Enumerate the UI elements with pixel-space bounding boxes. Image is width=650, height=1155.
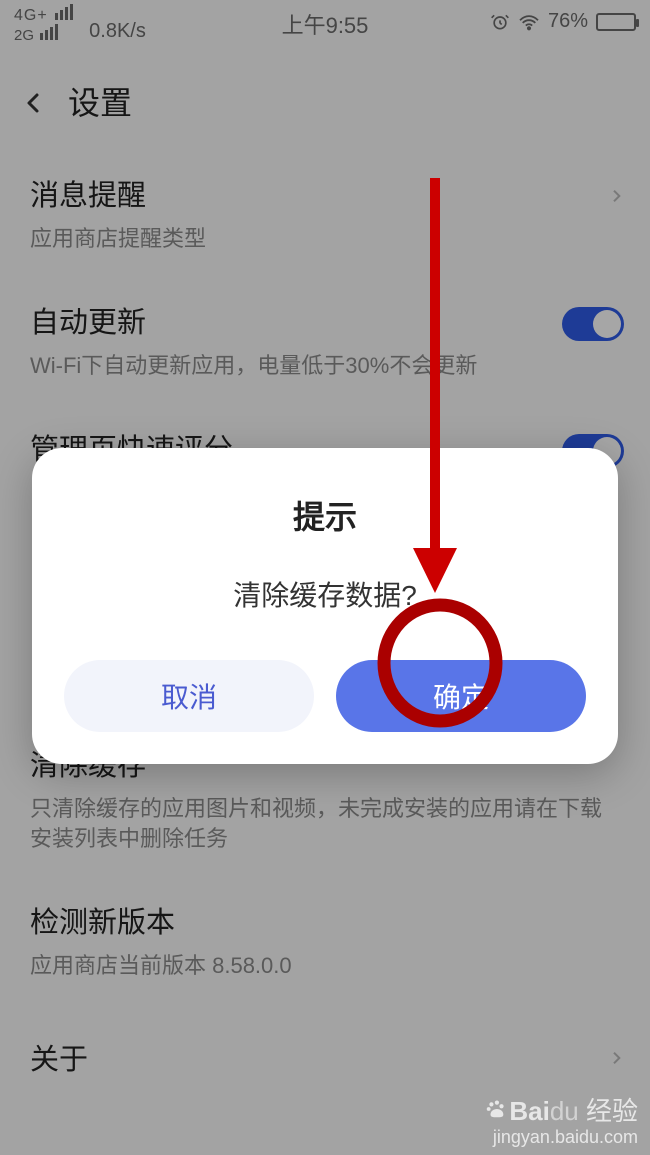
ok-button[interactable]: 确定 [336, 660, 586, 732]
chevron-right-icon [608, 184, 624, 213]
back-icon[interactable] [22, 89, 46, 113]
item-title: 消息提醒 [30, 172, 620, 214]
chevron-right-icon [608, 1046, 624, 1075]
confirm-dialog: 提示 清除缓存数据? 取消 确定 [32, 448, 618, 764]
watermark-brand-b: 经验 [586, 1096, 638, 1126]
status-bar: 4G+ 2G 0.8K/s 上午9:55 76% [0, 0, 650, 48]
item-title: 自动更新 [30, 299, 620, 341]
network-indicator: 4G+ 2G [14, 4, 73, 43]
item-title: 关于 [30, 1036, 620, 1078]
dialog-message: 清除缓存数据? [64, 574, 586, 614]
cancel-button[interactable]: 取消 [64, 660, 314, 732]
watermark-brand-a: Bai [509, 1096, 549, 1126]
page-header: 设置 [0, 48, 650, 152]
dialog-title: 提示 [64, 492, 586, 538]
network-speed: 0.8K/s [89, 20, 146, 43]
item-title: 检测新版本 [30, 899, 620, 941]
watermark: Baidu 经验 jingyan.baidu.com [485, 1096, 638, 1149]
battery-percent: 76% [548, 10, 588, 33]
paw-icon [485, 1096, 507, 1127]
alarm-icon [490, 12, 510, 32]
battery-icon [596, 13, 636, 31]
page-title: 设置 [68, 78, 132, 124]
item-subtitle: 应用商店当前版本 8.58.0.0 [30, 951, 620, 982]
item-notifications[interactable]: 消息提醒 应用商店提醒类型 [0, 152, 650, 279]
item-auto-update[interactable]: 自动更新 Wi-Fi下自动更新应用，电量低于30%不会更新 [0, 279, 650, 406]
item-subtitle: 只清除缓存的应用图片和视频，未完成安装的应用请在下载安装列表中删除任务 [30, 794, 620, 856]
wifi-icon [518, 13, 540, 31]
watermark-url: jingyan.baidu.com [485, 1127, 638, 1149]
status-time: 上午9:55 [282, 8, 369, 40]
item-check-update[interactable]: 检测新版本 应用商店当前版本 8.58.0.0 [0, 879, 650, 1006]
toggle-on-icon[interactable] [562, 307, 624, 341]
item-subtitle: Wi-Fi下自动更新应用，电量低于30%不会更新 [30, 351, 620, 382]
item-subtitle: 应用商店提醒类型 [30, 224, 620, 255]
